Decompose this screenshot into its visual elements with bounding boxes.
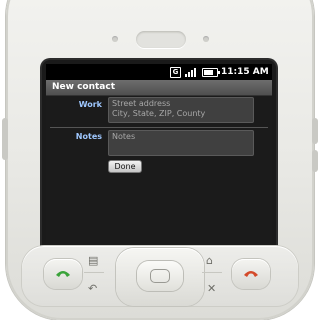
- done-button[interactable]: Done: [108, 160, 142, 173]
- sensor-dot: [203, 36, 209, 42]
- signal-icon: [185, 67, 197, 77]
- section-divider: [50, 127, 268, 128]
- city-state-zip-placeholder: City, State, ZIP, County: [112, 109, 206, 118]
- notes-placeholder: Notes: [112, 132, 136, 141]
- side-button[interactable]: [312, 118, 318, 144]
- screen: G 11:15 AM New contact Work Street addre…: [46, 64, 272, 254]
- sensor-dot: [112, 36, 118, 42]
- street-address-placeholder: Street address: [112, 99, 171, 108]
- earpiece-speaker: [136, 31, 186, 48]
- key-separator: [202, 272, 222, 273]
- call-button[interactable]: [44, 259, 82, 289]
- title-bar: New contact: [46, 80, 272, 96]
- end-call-icon: [244, 271, 258, 277]
- volume-button[interactable]: [2, 118, 8, 160]
- menu-icon[interactable]: ▤: [88, 255, 98, 267]
- notes-field[interactable]: Notes: [108, 130, 254, 156]
- work-address-field[interactable]: Street address City, State, ZIP, County: [108, 97, 254, 123]
- trackball-center[interactable]: [137, 261, 183, 291]
- notes-label: Notes: [75, 132, 102, 141]
- call-icon: [56, 271, 70, 277]
- key-separator: [84, 272, 104, 273]
- home-icon[interactable]: ⌂: [206, 255, 213, 267]
- status-bar: G 11:15 AM: [46, 64, 272, 80]
- back-icon[interactable]: ↶: [88, 283, 97, 295]
- work-label: Work: [78, 100, 102, 109]
- battery-icon: [202, 68, 220, 77]
- search-icon[interactable]: ✕: [207, 283, 216, 295]
- status-time: 11:15 AM: [221, 67, 269, 77]
- page-title: New contact: [52, 82, 116, 92]
- end-call-button[interactable]: [232, 259, 270, 289]
- camera-button[interactable]: [312, 150, 318, 172]
- gmail-notification-icon: G: [170, 67, 181, 78]
